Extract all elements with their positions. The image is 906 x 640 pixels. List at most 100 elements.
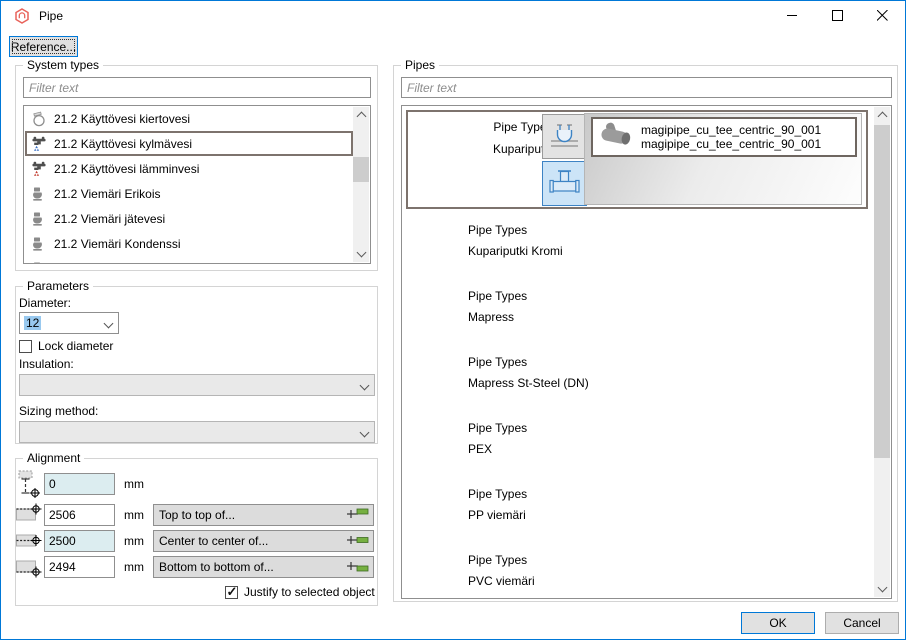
scrollbar-thumb[interactable] (874, 125, 890, 458)
system-type-name: 21.2 Käyttövesi kiertovesi (54, 112, 190, 126)
diameter-label: Diameter: (19, 296, 71, 310)
justify-checkbox[interactable]: Justify to selected object (225, 585, 375, 599)
fitting-name-line2: magipipe_cu_tee_centric_90_001 (641, 137, 821, 151)
pipe-type-line2: Kupariputki Kromi (468, 244, 563, 258)
system-type-name: 21.2 Viemäri Kondenssi (54, 237, 181, 251)
pipes-filter-input[interactable] (401, 77, 892, 98)
system-type-item[interactable]: 21.2 Viemäri jätevesi (25, 206, 353, 231)
unit-label: mm (124, 477, 144, 491)
reference-button[interactable]: Reference... (9, 36, 78, 57)
scroll-down-icon[interactable] (353, 246, 369, 262)
pipe-item[interactable]: Pipe Types PP viemäri (406, 479, 868, 541)
magicad-logo-icon (14, 8, 30, 24)
pipe-type-line2: PEX (468, 442, 492, 456)
pipe-item[interactable]: Pipe Types PVC viemäri (406, 545, 868, 599)
system-types-label: System types (23, 58, 103, 73)
fitting-name-line1: magipipe_cu_tee_centric_90_001 (641, 123, 821, 137)
parameters-group: Parameters Diameter: 12 Lock diameter In… (15, 286, 378, 444)
insulation-label: Insulation: (19, 357, 74, 371)
top-align-icon (16, 503, 42, 530)
bottom-distance-input[interactable] (44, 556, 115, 578)
pipe-item[interactable]: Pipe Types PEX (406, 413, 868, 475)
diameter-combobox[interactable]: 12 (19, 312, 119, 334)
cancel-button[interactable]: Cancel (825, 612, 899, 634)
pipe-type-line1: Pipe Types (468, 421, 527, 435)
chevron-down-icon (360, 381, 370, 391)
system-type-item[interactable]: 21.2 Viemäri rasva (25, 256, 353, 264)
diameter-value: 12 (24, 316, 41, 330)
scroll-up-icon[interactable] (874, 107, 890, 123)
maximize-button[interactable] (815, 1, 860, 30)
pipe-type-line2: Mapress St-Steel (DN) (468, 376, 589, 390)
drain-icon (31, 236, 47, 252)
sizing-method-combobox[interactable] (19, 421, 375, 443)
lock-diameter-checkbox[interactable]: Lock diameter (19, 339, 113, 353)
system-type-item[interactable]: 21.2 Käyttövesi lämminvesi (25, 156, 353, 181)
snap-center-icon (346, 532, 370, 551)
system-type-item[interactable]: 21.2 Käyttövesi kiertovesi (25, 106, 353, 131)
pipe-type-line1: Pipe Types (468, 553, 527, 567)
center-to-center-button[interactable]: Center to center of... (153, 530, 374, 552)
pipe-type-line1: Pipe Types (468, 355, 527, 369)
pipe-item[interactable]: Pipe Types Kupariputki Kromi (406, 215, 868, 277)
elevation-input[interactable] (44, 473, 115, 495)
scrollbar-thumb[interactable] (353, 157, 369, 182)
system-type-name: 21.2 Viemäri rasva (54, 262, 154, 265)
pipe-type-line2: PVC viemäri (468, 574, 535, 588)
bottom-to-bottom-button[interactable]: Bottom to bottom of... (153, 556, 374, 578)
snap-bottom-icon (346, 558, 370, 577)
justify-label: Justify to selected object (244, 585, 375, 599)
tee-connection-button[interactable] (542, 161, 587, 206)
pipe-type-line1: Pipe Types (468, 223, 527, 237)
system-type-name: 21.2 Viemäri Erikois (54, 187, 161, 201)
system-types-group: System types 21.2 Käyttövesi kiertovesi (15, 65, 378, 271)
system-type-name: 21.2 Käyttövesi kylmävesi (54, 137, 192, 151)
sizing-method-label: Sizing method: (19, 404, 98, 418)
system-type-item-selected[interactable]: 21.2 Käyttövesi kylmävesi (25, 131, 353, 156)
fitting-panel: magipipe_cu_tee_centric_90_001 magipipe_… (584, 113, 862, 205)
system-type-name: 21.2 Käyttövesi lämminvesi (54, 162, 199, 176)
checkbox-box[interactable] (19, 340, 32, 353)
top-distance-input[interactable] (44, 504, 115, 526)
pipe-item[interactable]: Pipe Types Mapress (406, 281, 868, 343)
ok-button[interactable]: OK (741, 612, 815, 634)
unit-label: mm (124, 534, 144, 548)
fitting-item-selected[interactable]: magipipe_cu_tee_centric_90_001 magipipe_… (591, 117, 857, 157)
minimize-button[interactable] (770, 1, 815, 30)
faucet-cold-icon (31, 136, 47, 152)
drain-icon (31, 211, 47, 227)
lock-diameter-label: Lock diameter (38, 339, 113, 353)
close-button[interactable] (860, 1, 905, 30)
insulation-combobox[interactable] (19, 374, 375, 396)
branch-connection-button[interactable] (542, 114, 587, 159)
fitting-names: magipipe_cu_tee_centric_90_001 magipipe_… (641, 123, 821, 151)
pipe-item[interactable]: Pipe Types Mapress St-Steel (DN) (406, 347, 868, 409)
pipe-dialog: Pipe Reference... System types 21.2 Käyt… (0, 0, 906, 640)
system-type-item[interactable]: 21.2 Viemäri Kondenssi (25, 231, 353, 256)
top-to-top-button[interactable]: Top to top of... (153, 504, 374, 526)
snap-top-icon (346, 506, 370, 525)
pipes-group: Pipes Pipe Types Kupariputki (393, 65, 898, 602)
unit-label: mm (124, 560, 144, 574)
scroll-up-icon[interactable] (353, 107, 369, 123)
alignment-group: Alignment mm mm Top to (15, 458, 378, 606)
elevation-icon (16, 469, 42, 502)
faucet-warm-icon (31, 161, 47, 177)
pipe-item-selected[interactable]: Pipe Types Kupariputki (406, 110, 868, 209)
drain-icon (31, 186, 47, 202)
pipe-type-line1: Pipe Types (468, 487, 527, 501)
pipe-type-line2: Mapress (468, 310, 514, 324)
center-distance-input[interactable] (44, 530, 115, 552)
pipes-scrollbar[interactable] (874, 107, 890, 597)
parameters-label: Parameters (23, 279, 93, 294)
tee-fitting-3d-icon (597, 121, 635, 154)
window-title: Pipe (39, 9, 63, 23)
pipes-list: Pipe Types Kupariputki (401, 105, 892, 599)
bottom-align-icon (16, 555, 42, 582)
system-types-list: 21.2 Käyttövesi kiertovesi (23, 105, 371, 264)
scroll-down-icon[interactable] (874, 581, 890, 597)
system-type-item[interactable]: 21.2 Viemäri Erikois (25, 181, 353, 206)
checkbox-box[interactable] (225, 586, 238, 599)
system-types-scrollbar[interactable] (353, 107, 369, 262)
system-types-filter-input[interactable] (23, 77, 371, 98)
